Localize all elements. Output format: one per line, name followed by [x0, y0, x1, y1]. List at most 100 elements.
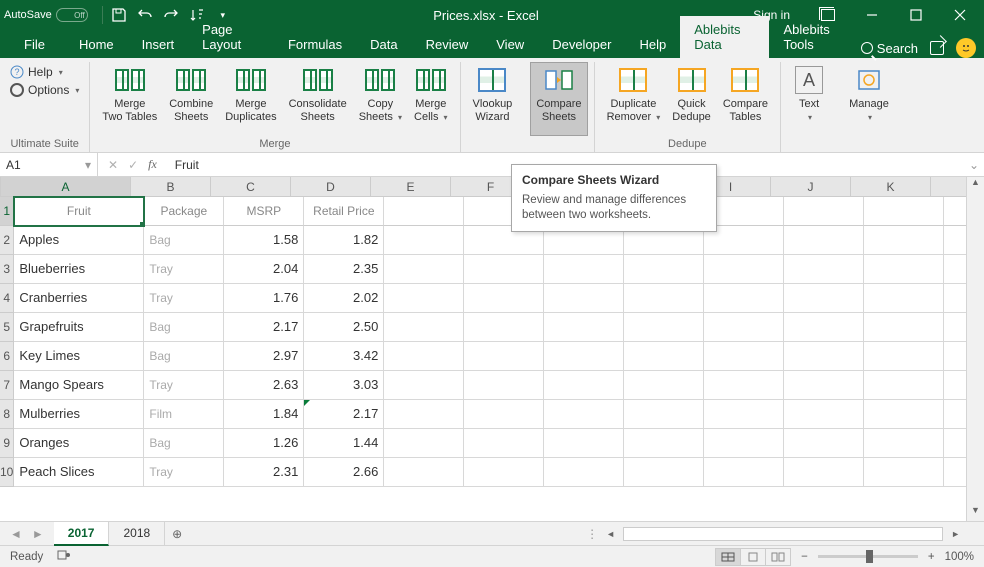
cell[interactable]	[384, 458, 464, 487]
cell[interactable]	[464, 342, 544, 371]
cell[interactable]	[704, 400, 784, 429]
cell[interactable]	[544, 458, 624, 487]
cell[interactable]: 2.17	[224, 313, 304, 342]
zoom-out-button[interactable]: −	[801, 551, 808, 563]
manage-button[interactable]: Manage▾	[843, 62, 895, 136]
search-button[interactable]: Search	[861, 41, 918, 56]
cell[interactable]	[464, 313, 544, 342]
cell[interactable]: Oranges	[14, 429, 144, 458]
row-header-1[interactable]: 1	[0, 197, 14, 226]
autosave[interactable]: AutoSave Off	[4, 8, 88, 22]
cell[interactable]	[864, 400, 944, 429]
cell[interactable]	[384, 284, 464, 313]
cell[interactable]	[544, 342, 624, 371]
compare-sheets-button[interactable]: CompareSheets	[530, 62, 587, 136]
cell[interactable]	[784, 255, 864, 284]
cell[interactable]: 1.26	[224, 429, 304, 458]
col-header-L[interactable]: L	[931, 177, 966, 196]
cell[interactable]	[864, 429, 944, 458]
normal-view-button[interactable]	[715, 548, 741, 566]
cell[interactable]	[384, 255, 464, 284]
cell[interactable]	[944, 342, 966, 371]
cell[interactable]	[864, 342, 944, 371]
cell[interactable]: Package	[144, 197, 224, 226]
merge-item-0[interactable]: MergeTwo Tables	[96, 62, 163, 136]
cell[interactable]	[864, 284, 944, 313]
merge-item-5[interactable]: MergeCells ▾	[408, 62, 454, 136]
col-header-D[interactable]: D	[291, 177, 371, 196]
cell[interactable]	[624, 400, 704, 429]
expand-formula-bar-icon[interactable]: ⌄	[964, 158, 984, 172]
cell[interactable]: Cranberries	[14, 284, 144, 313]
col-header-K[interactable]: K	[851, 177, 931, 196]
sheet-nav-prev-icon[interactable]: ◄	[10, 527, 22, 541]
row-header-9[interactable]: 9	[0, 429, 14, 458]
cell[interactable]	[864, 371, 944, 400]
page-layout-view-button[interactable]	[740, 548, 766, 566]
undo-icon[interactable]	[135, 5, 155, 25]
cell[interactable]	[544, 400, 624, 429]
cell[interactable]: Peach Slices	[14, 458, 144, 487]
scroll-up-icon[interactable]: ▲	[967, 177, 984, 193]
cell[interactable]	[464, 284, 544, 313]
cell[interactable]	[624, 371, 704, 400]
tab-ablebits-data[interactable]: Ablebits Data	[680, 16, 769, 58]
page-break-view-button[interactable]	[765, 548, 791, 566]
row-header-2[interactable]: 2	[0, 226, 14, 255]
cell[interactable]: Tray	[144, 458, 224, 487]
cell[interactable]: 1.58	[224, 226, 304, 255]
cell[interactable]	[624, 342, 704, 371]
cell[interactable]: 2.35	[304, 255, 384, 284]
cell[interactable]: 3.03	[304, 371, 384, 400]
vlookup-wizard-button[interactable]: VlookupWizard	[467, 62, 519, 136]
tab-file[interactable]: File	[4, 31, 65, 58]
help-button[interactable]: ?Help▾	[6, 64, 83, 80]
cell[interactable]: 2.31	[224, 458, 304, 487]
row-header-6[interactable]: 6	[0, 342, 14, 371]
redo-icon[interactable]	[161, 5, 181, 25]
cell[interactable]	[784, 458, 864, 487]
cell[interactable]: Bag	[144, 313, 224, 342]
dedupe-item-0[interactable]: DuplicateRemover ▾	[601, 62, 667, 136]
row-header-5[interactable]: 5	[0, 313, 14, 342]
cell[interactable]	[464, 371, 544, 400]
cell[interactable]: 2.04	[224, 255, 304, 284]
cell[interactable]	[864, 458, 944, 487]
cell[interactable]: Fruit	[14, 197, 144, 226]
cell[interactable]: Bag	[144, 429, 224, 458]
cell[interactable]	[784, 197, 864, 226]
tab-home[interactable]: Home	[65, 31, 128, 58]
row-header-3[interactable]: 3	[0, 255, 14, 284]
cell[interactable]	[624, 255, 704, 284]
col-header-E[interactable]: E	[371, 177, 451, 196]
vertical-scrollbar[interactable]: ▲ ▼	[966, 177, 984, 521]
cell[interactable]	[704, 255, 784, 284]
tab-formulas[interactable]: Formulas	[274, 31, 356, 58]
cell[interactable]	[624, 458, 704, 487]
tab-view[interactable]: View	[482, 31, 538, 58]
cell[interactable]	[784, 313, 864, 342]
row-header-8[interactable]: 8	[0, 400, 14, 429]
cell[interactable]	[704, 284, 784, 313]
close-button[interactable]	[940, 0, 980, 30]
cell[interactable]	[544, 284, 624, 313]
cell[interactable]	[624, 313, 704, 342]
scroll-down-icon[interactable]: ▼	[967, 505, 984, 521]
cell[interactable]: Blueberries	[14, 255, 144, 284]
options-button[interactable]: Options▾	[6, 82, 83, 98]
cell[interactable]	[944, 197, 966, 226]
cell[interactable]: 2.02	[304, 284, 384, 313]
cell[interactable]: Key Limes	[14, 342, 144, 371]
cell[interactable]	[704, 371, 784, 400]
merge-item-3[interactable]: ConsolidateSheets	[283, 62, 353, 136]
cell[interactable]	[784, 342, 864, 371]
col-header-C[interactable]: C	[211, 177, 291, 196]
text-button[interactable]: A Text▾	[787, 62, 831, 136]
cell[interactable]	[784, 226, 864, 255]
cell[interactable]	[544, 313, 624, 342]
cell[interactable]: 2.17	[304, 400, 384, 429]
maximize-button[interactable]	[896, 0, 936, 30]
cell[interactable]	[624, 284, 704, 313]
zoom-level[interactable]: 100%	[945, 551, 974, 563]
merge-item-1[interactable]: CombineSheets	[163, 62, 219, 136]
